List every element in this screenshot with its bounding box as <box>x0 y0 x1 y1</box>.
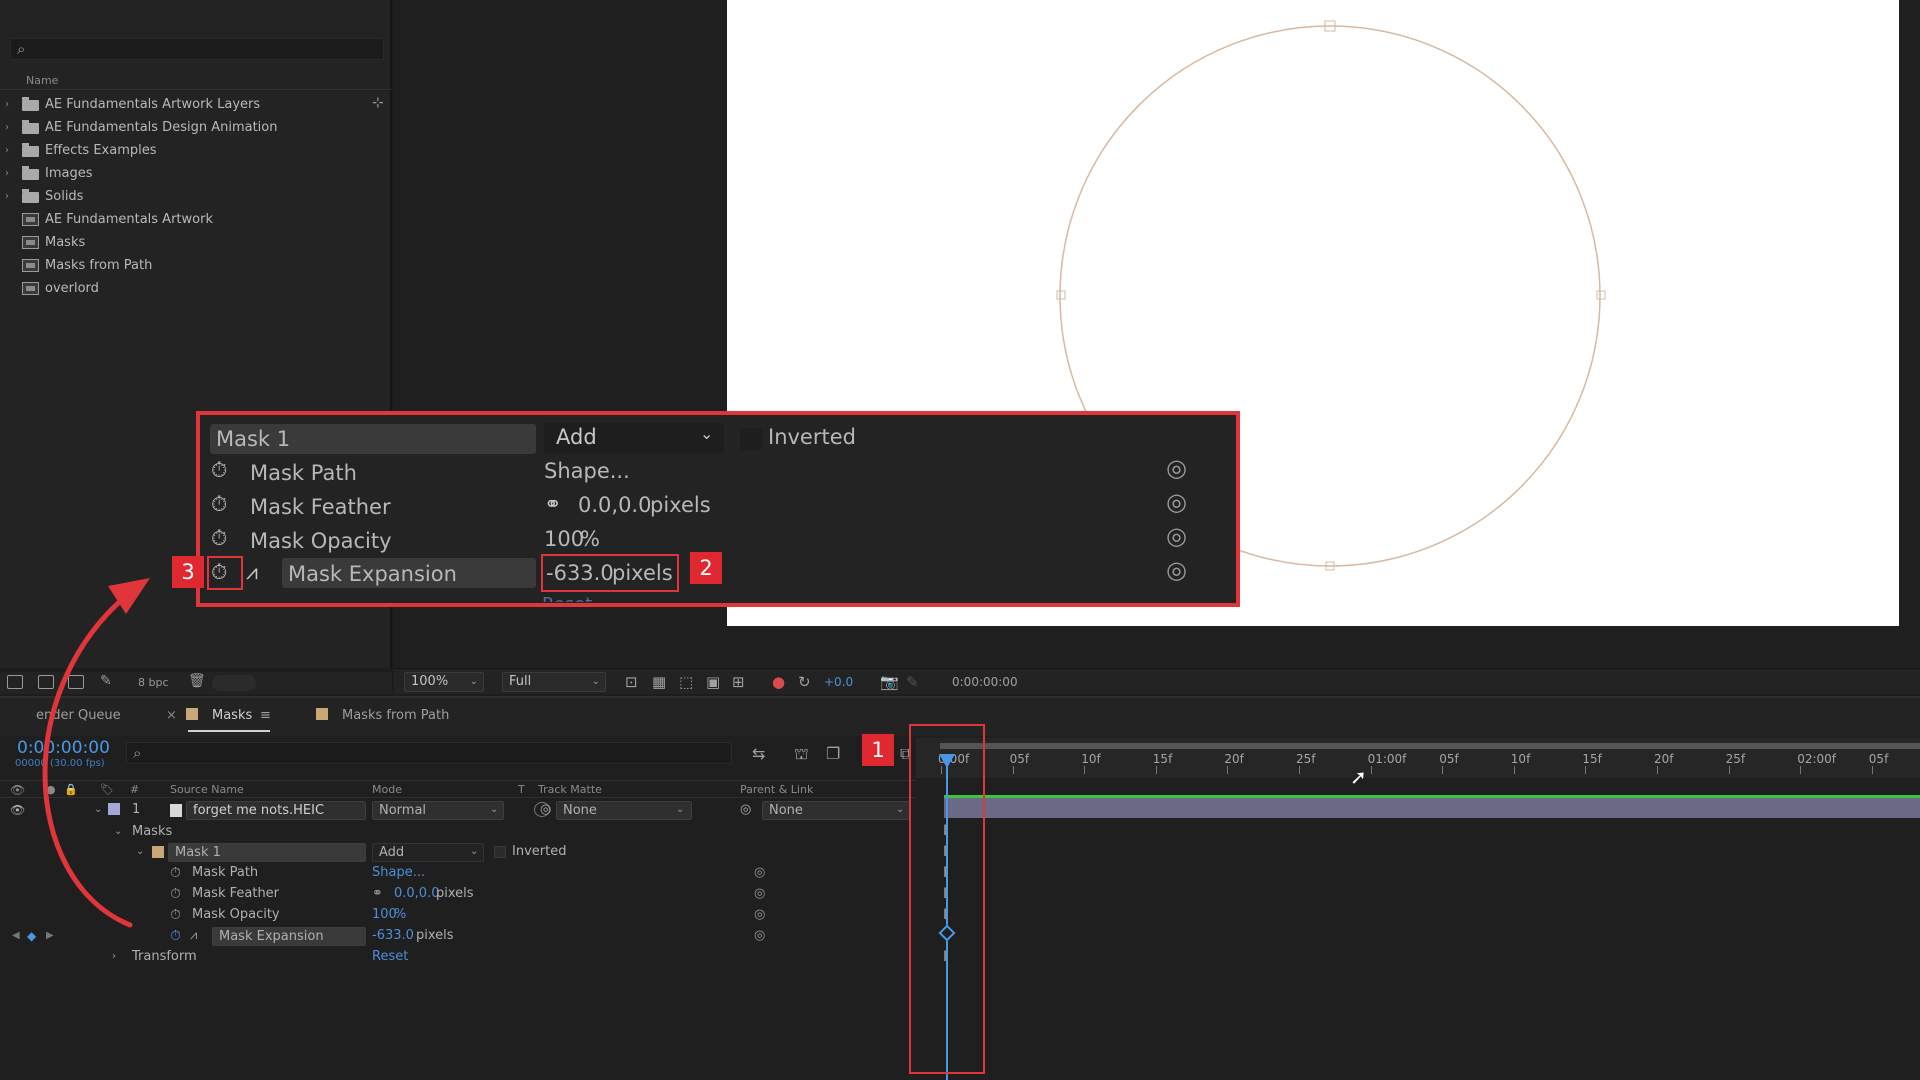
annotation-arrow <box>42 578 150 928</box>
